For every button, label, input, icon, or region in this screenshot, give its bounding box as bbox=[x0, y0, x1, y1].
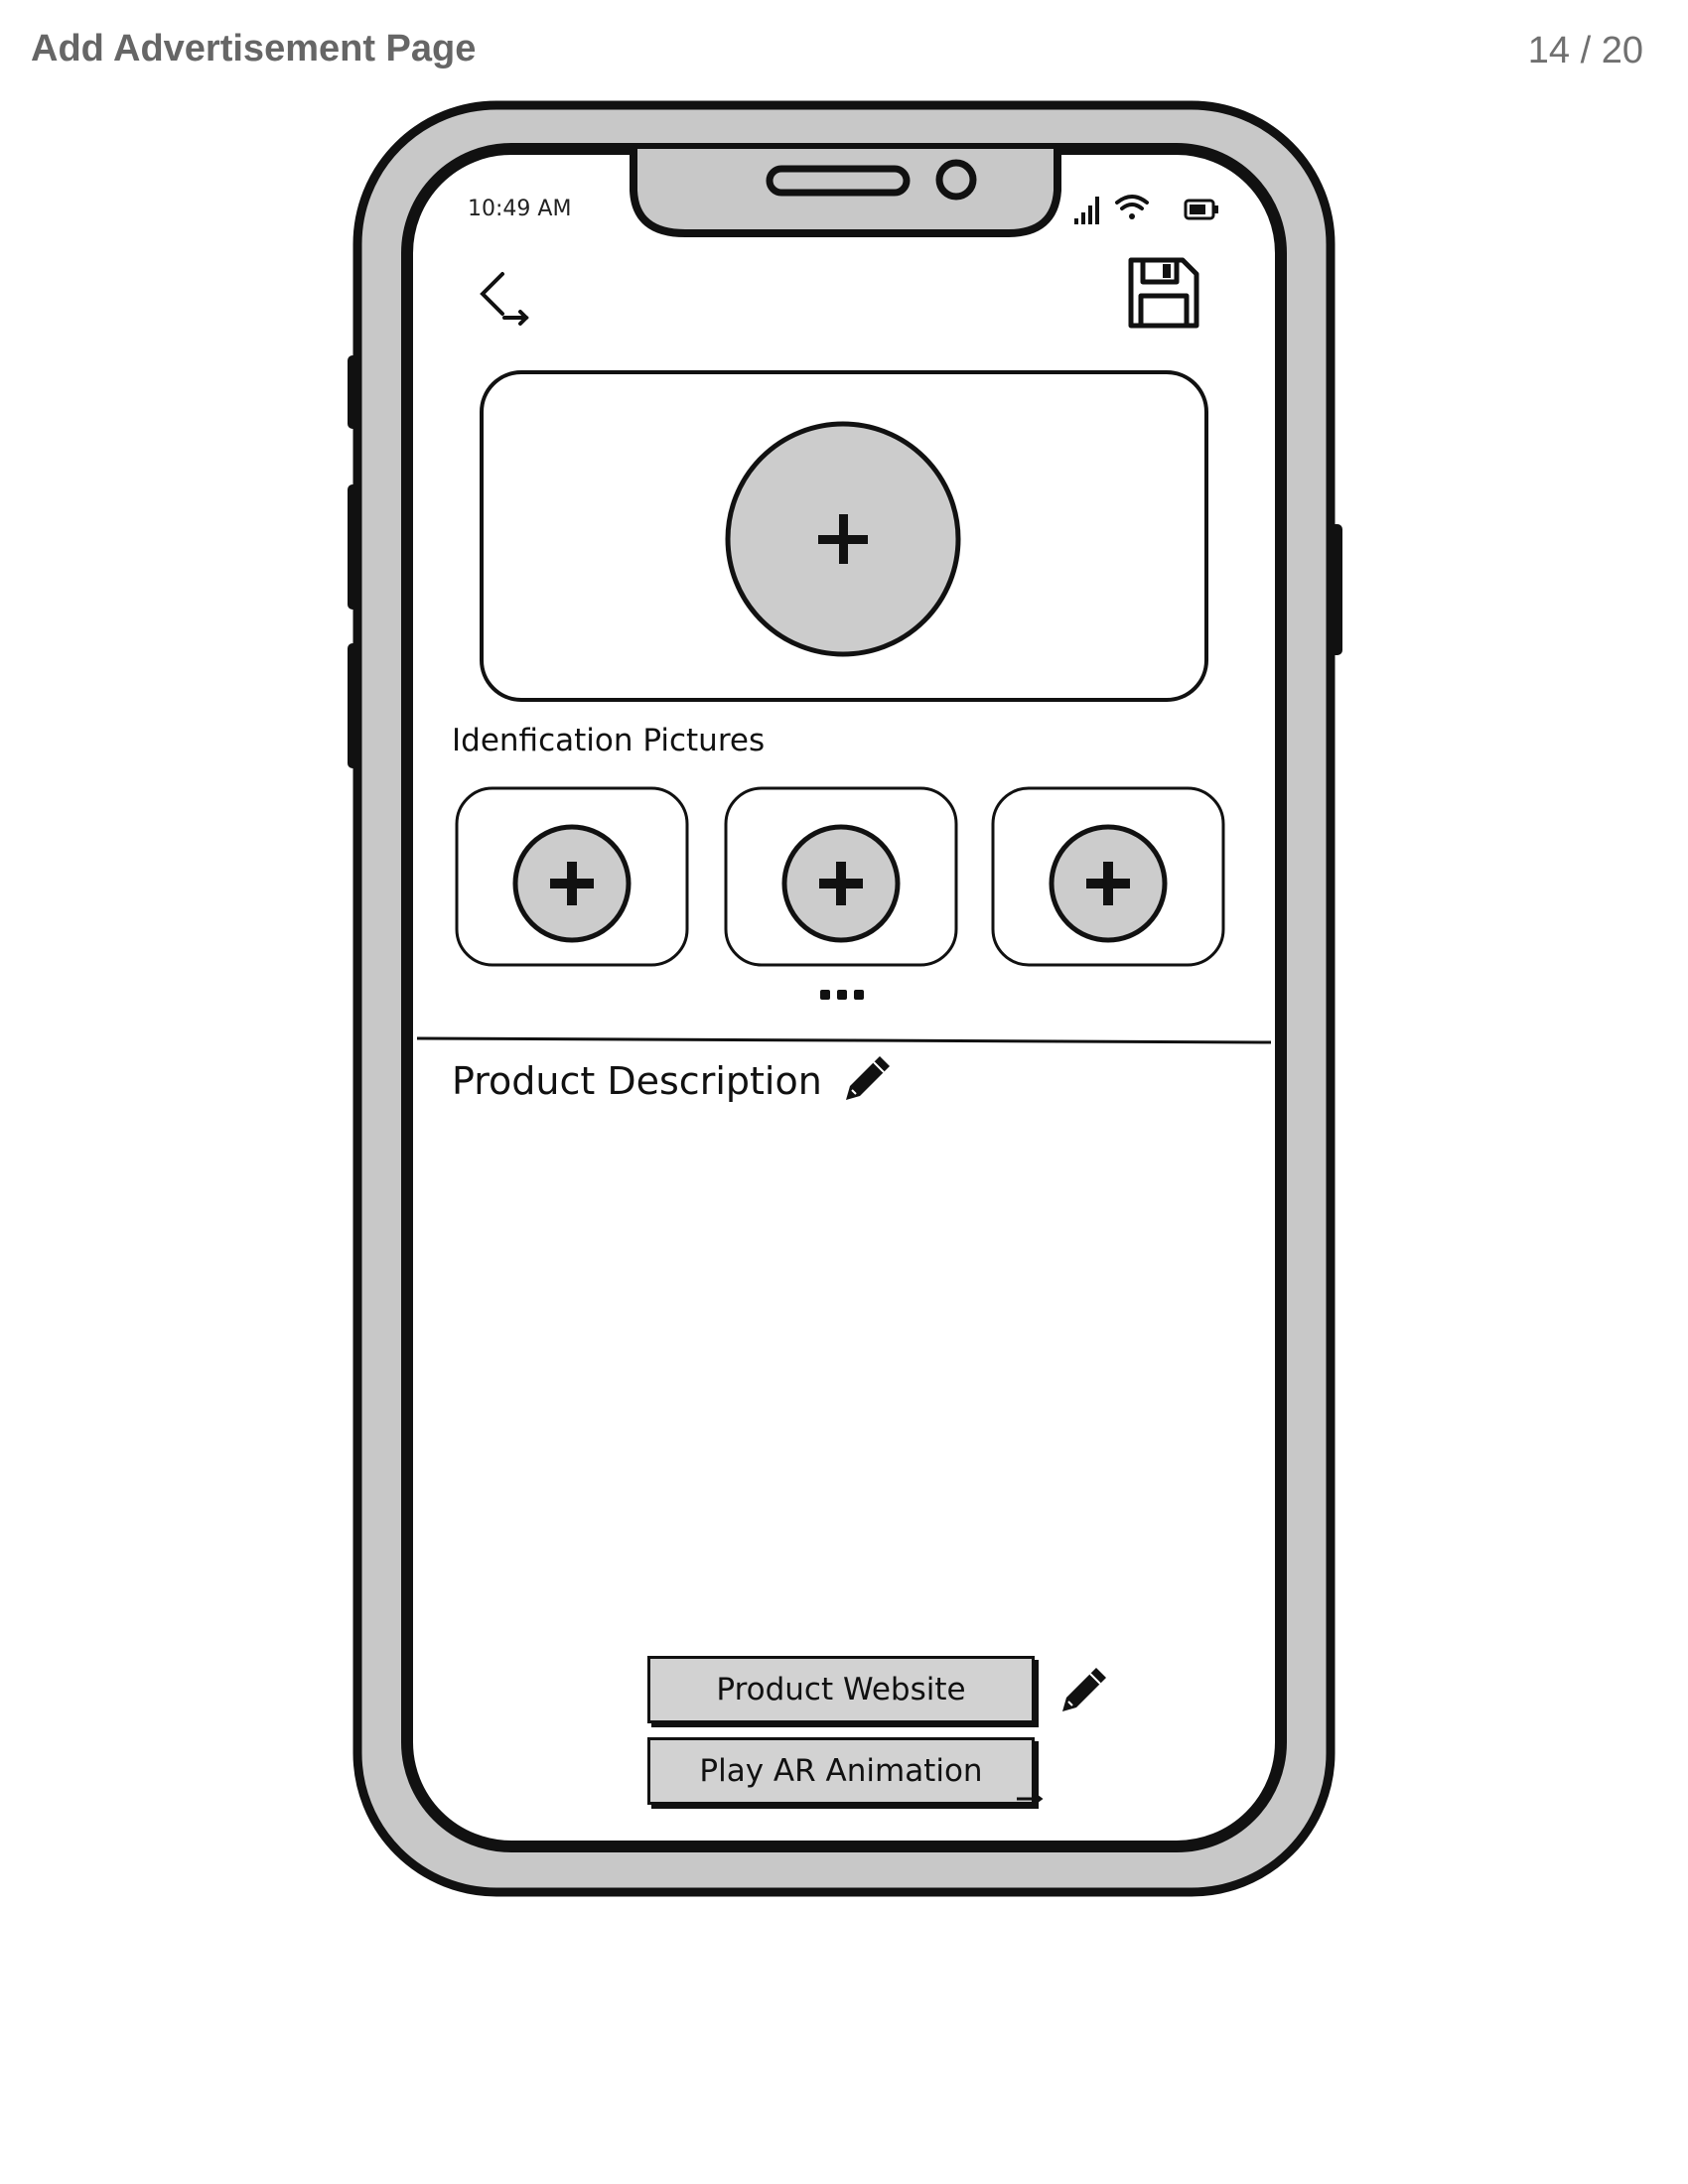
edit-website-button[interactable] bbox=[1056, 1662, 1112, 1717]
more-pictures-button[interactable] bbox=[818, 987, 868, 1003]
identification-slot-3[interactable] bbox=[989, 784, 1227, 969]
save-icon bbox=[1128, 257, 1199, 329]
status-time: 10:49 AM bbox=[468, 197, 572, 221]
save-button[interactable] bbox=[1127, 256, 1200, 330]
signal-icon bbox=[1074, 197, 1099, 224]
wifi-icon bbox=[1115, 195, 1149, 219]
pencil-icon bbox=[1062, 1668, 1106, 1711]
speaker-grille bbox=[766, 165, 911, 197]
battery-icon bbox=[1184, 199, 1218, 220]
identification-pictures-label: Idenfication Pictures bbox=[452, 723, 766, 758]
product-description-label: Product Description bbox=[452, 1059, 822, 1103]
product-website-label: Product Website bbox=[716, 1672, 966, 1707]
play-ar-animation-label: Play AR Animation bbox=[699, 1753, 983, 1789]
back-button[interactable] bbox=[475, 266, 534, 332]
edit-description-button[interactable] bbox=[840, 1050, 896, 1106]
play-ar-animation-button[interactable]: Play AR Animation bbox=[647, 1737, 1035, 1805]
identification-slot-2[interactable] bbox=[722, 784, 960, 969]
status-icons bbox=[1074, 195, 1218, 224]
front-camera bbox=[935, 159, 977, 201]
link-arrow-icon bbox=[1017, 1791, 1044, 1807]
identification-slot-1[interactable] bbox=[453, 784, 691, 969]
ellipsis-icon bbox=[820, 990, 864, 1000]
add-main-picture-button[interactable] bbox=[723, 419, 963, 659]
product-website-button[interactable]: Product Website bbox=[647, 1656, 1035, 1723]
pencil-icon bbox=[846, 1056, 890, 1100]
back-arrow-icon bbox=[480, 272, 529, 326]
